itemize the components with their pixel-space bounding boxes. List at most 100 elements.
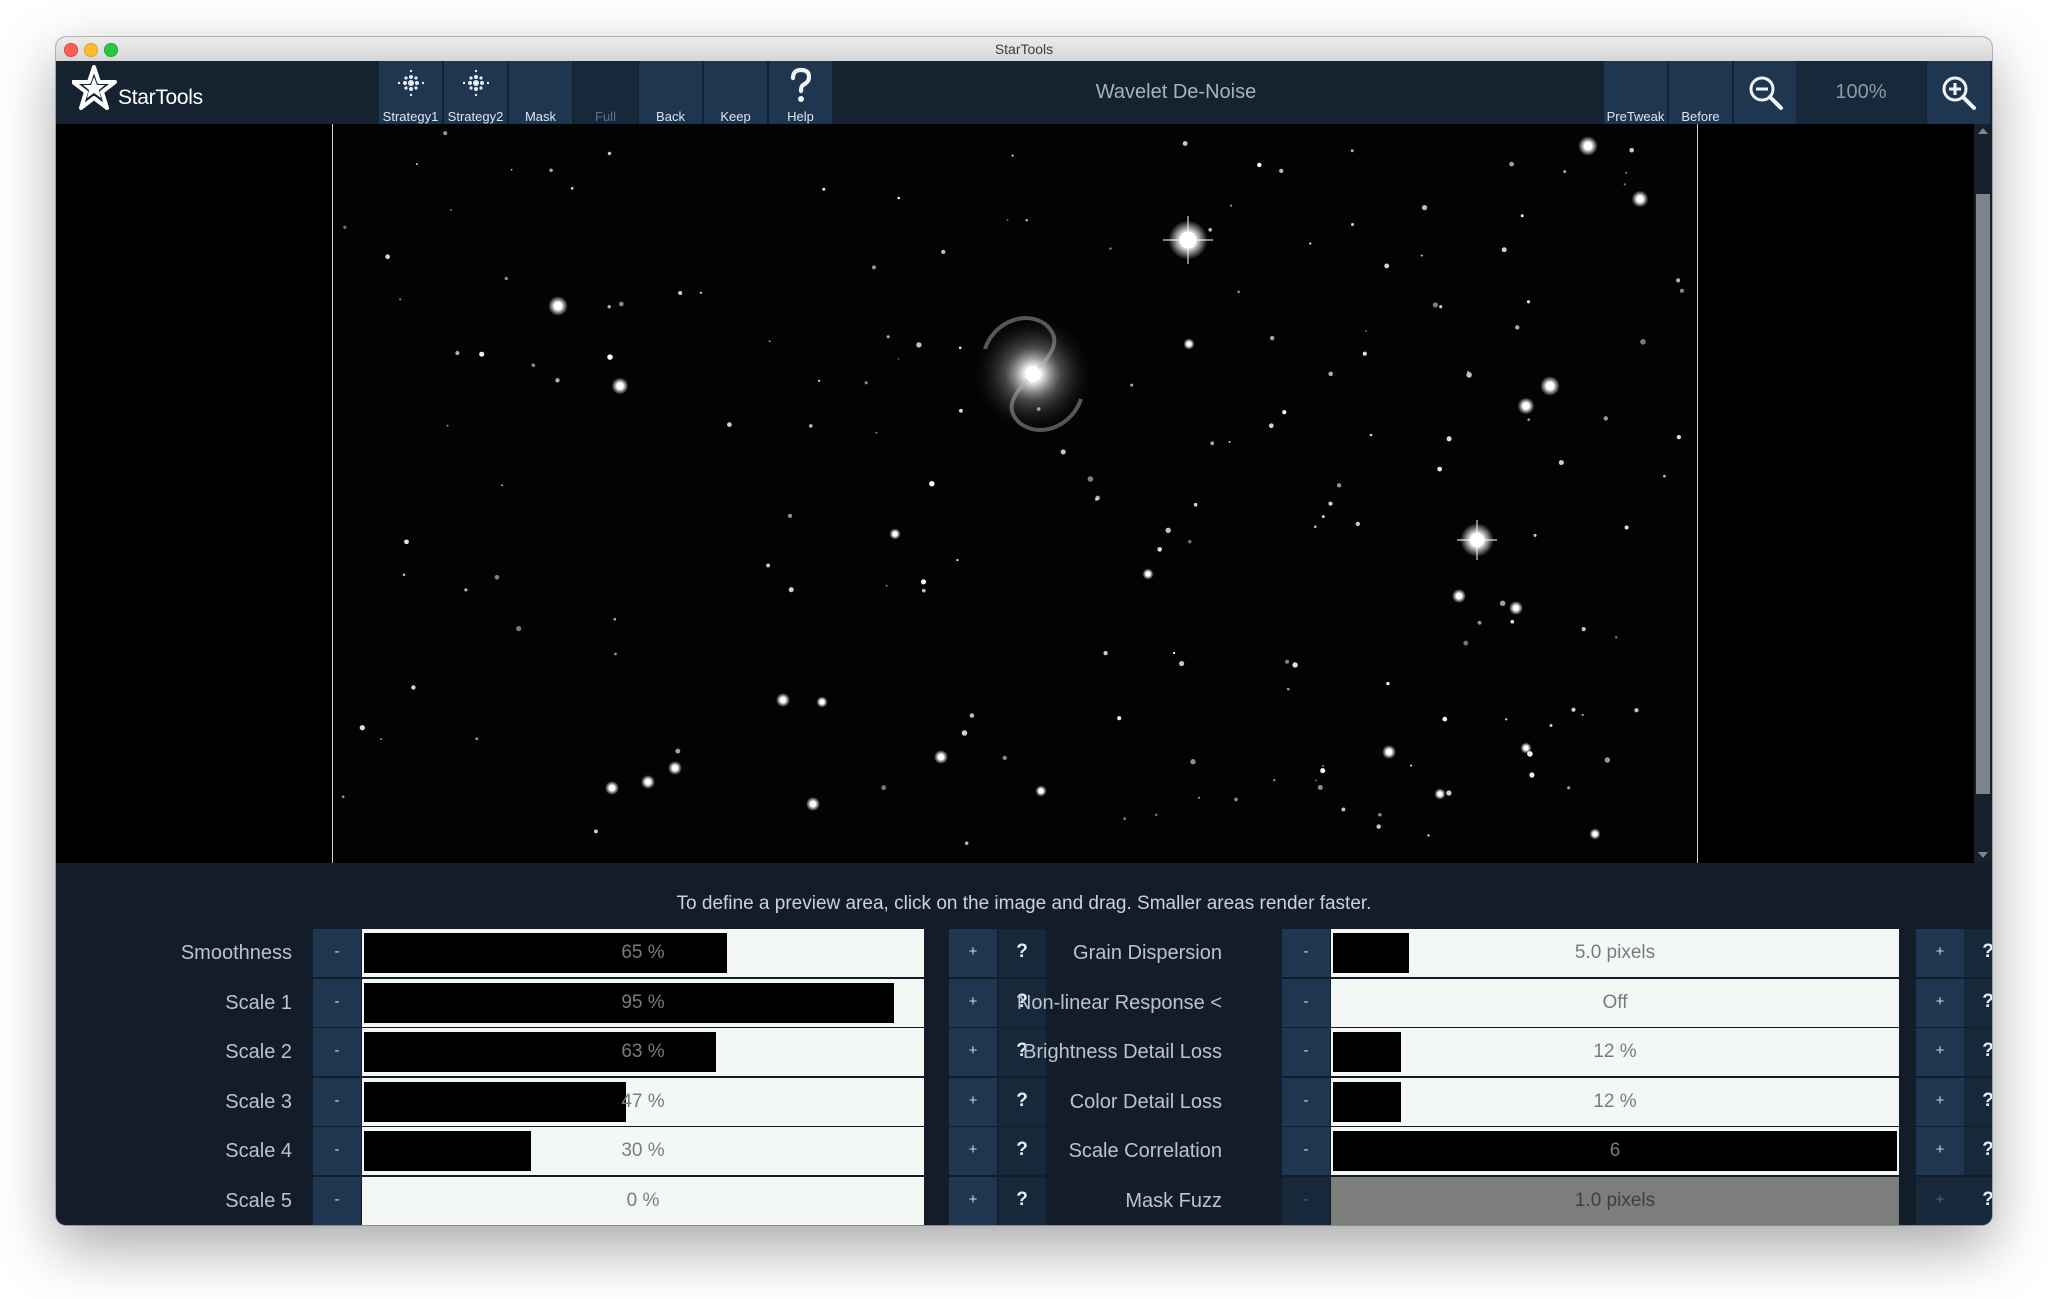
- scrollbar-thumb[interactable]: [1976, 194, 1990, 794]
- brightness-detail-loss-help-button[interactable]: ?: [1964, 1028, 1992, 1076]
- back-button[interactable]: Back: [639, 61, 702, 124]
- star: [1123, 817, 1127, 821]
- zoom-out-button[interactable]: [1734, 61, 1797, 124]
- star: [727, 422, 732, 427]
- star: [341, 795, 345, 799]
- preview-hint-text: To define a preview area, click on the i…: [676, 893, 1372, 914]
- star: [415, 163, 418, 166]
- title-bar: StarTools: [56, 37, 1992, 62]
- star: [1257, 162, 1262, 168]
- non-linear-response-slider[interactable]: Off: [1331, 978, 1899, 1027]
- grain-dispersion-help-button[interactable]: ?: [1964, 929, 1992, 977]
- grain-dispersion-increase-button[interactable]: +: [1916, 929, 1964, 977]
- bright-star-core: [1456, 593, 1462, 599]
- scroll-down-arrow-icon[interactable]: [1978, 852, 1988, 858]
- star: [1640, 339, 1646, 345]
- dots-icon: [379, 67, 442, 99]
- star: [1504, 718, 1508, 721]
- star: [1229, 204, 1233, 207]
- brightness-detail-loss-decrease-button[interactable]: -: [1282, 1028, 1330, 1076]
- star: [516, 626, 522, 632]
- mask-fuzz-help-button[interactable]: ?: [1964, 1176, 1992, 1225]
- scale-correlation-help-button[interactable]: ?: [1964, 1127, 1992, 1175]
- star: [1442, 716, 1448, 722]
- non-linear-response-increase-button[interactable]: +: [1916, 978, 1964, 1027]
- star: [446, 424, 449, 427]
- color-detail-loss-value: 12 %: [1593, 1090, 1637, 1112]
- star: [1190, 759, 1196, 765]
- grain-dispersion-slider[interactable]: 5.0 pixels: [1331, 929, 1899, 977]
- star: [875, 431, 878, 434]
- color-detail-loss-help-button[interactable]: ?: [1964, 1077, 1992, 1126]
- star: [958, 346, 962, 350]
- dots-icon: [444, 67, 507, 99]
- brightness-detail-loss-increase-button[interactable]: +: [1916, 1028, 1964, 1076]
- bright-star-core: [1523, 745, 1529, 751]
- star: [1320, 768, 1326, 774]
- star: [607, 151, 612, 156]
- star: [1529, 772, 1535, 778]
- before-button[interactable]: Before: [1669, 61, 1732, 124]
- star: [1384, 263, 1390, 269]
- star: [959, 408, 963, 413]
- parameter-row: Color Detail Loss - 12 % +?: [56, 1077, 1992, 1126]
- scroll-up-arrow-icon[interactable]: [1978, 128, 1988, 134]
- star: [411, 685, 416, 690]
- star: [961, 730, 968, 736]
- non-linear-response-decrease-button[interactable]: -: [1282, 978, 1330, 1027]
- color-detail-loss-decrease-button[interactable]: -: [1282, 1077, 1330, 1126]
- star: [404, 539, 409, 545]
- star: [1282, 410, 1287, 415]
- strategy2-button[interactable]: Strategy2: [444, 61, 507, 124]
- scale-correlation-slider[interactable]: 6: [1331, 1127, 1899, 1175]
- star: [1623, 183, 1626, 186]
- star: [1198, 796, 1200, 799]
- star: [1663, 474, 1666, 478]
- star: [1355, 521, 1360, 527]
- full-button[interactable]: Full: [574, 61, 637, 124]
- keep-button[interactable]: Keep: [704, 61, 767, 124]
- image-viewport[interactable]: [56, 124, 1992, 863]
- strategy1-button[interactable]: Strategy1: [379, 61, 442, 124]
- star: [872, 265, 876, 270]
- non-linear-response-help-button[interactable]: ?: [1964, 978, 1992, 1027]
- color-detail-loss-increase-button[interactable]: +: [1916, 1077, 1964, 1126]
- bright-star-core: [672, 765, 678, 771]
- brightness-detail-loss-slider[interactable]: 12 %: [1331, 1028, 1899, 1076]
- zoom-level: 100%: [1796, 61, 1926, 124]
- zoom-in-button[interactable]: [1927, 61, 1990, 124]
- star: [1563, 170, 1567, 174]
- vertical-scrollbar[interactable]: [1974, 124, 1992, 863]
- star: [941, 249, 946, 255]
- mask-fuzz-decrease-button[interactable]: -: [1282, 1176, 1330, 1225]
- color-detail-loss-slider[interactable]: 12 %: [1331, 1077, 1899, 1126]
- star: [1210, 441, 1215, 446]
- scale-correlation-increase-button[interactable]: +: [1916, 1127, 1964, 1175]
- star: [1117, 716, 1122, 721]
- star: [1268, 423, 1274, 429]
- star: [788, 587, 794, 593]
- star: [1604, 757, 1611, 763]
- non-linear-response-value: Off: [1602, 991, 1628, 1013]
- brightness-detail-loss-value: 12 %: [1593, 1041, 1637, 1062]
- mask-button[interactable]: Mask: [509, 61, 572, 124]
- star: [1581, 713, 1584, 716]
- star: [1679, 288, 1684, 293]
- pretweak-button[interactable]: PreTweak: [1604, 61, 1667, 124]
- star: [479, 351, 485, 357]
- parameter-row: Brightness Detail Loss - 12 % +?: [56, 1028, 1992, 1076]
- mask-fuzz-increase-button[interactable]: +: [1916, 1176, 1964, 1225]
- help-button[interactable]: Help: [769, 61, 832, 124]
- bright-star-core: [609, 785, 615, 791]
- star: [1036, 407, 1041, 411]
- astro-image[interactable]: [332, 124, 1698, 863]
- star: [921, 588, 926, 593]
- star: [965, 841, 969, 845]
- star: [897, 358, 900, 360]
- help-label: Help: [787, 109, 814, 124]
- mask-fuzz-slider[interactable]: 1.0 pixels: [1331, 1176, 1899, 1225]
- grain-dispersion-decrease-button[interactable]: -: [1282, 929, 1330, 977]
- star: [380, 737, 383, 741]
- scale-correlation-decrease-button[interactable]: -: [1282, 1127, 1330, 1175]
- star-logo-icon: [72, 65, 117, 110]
